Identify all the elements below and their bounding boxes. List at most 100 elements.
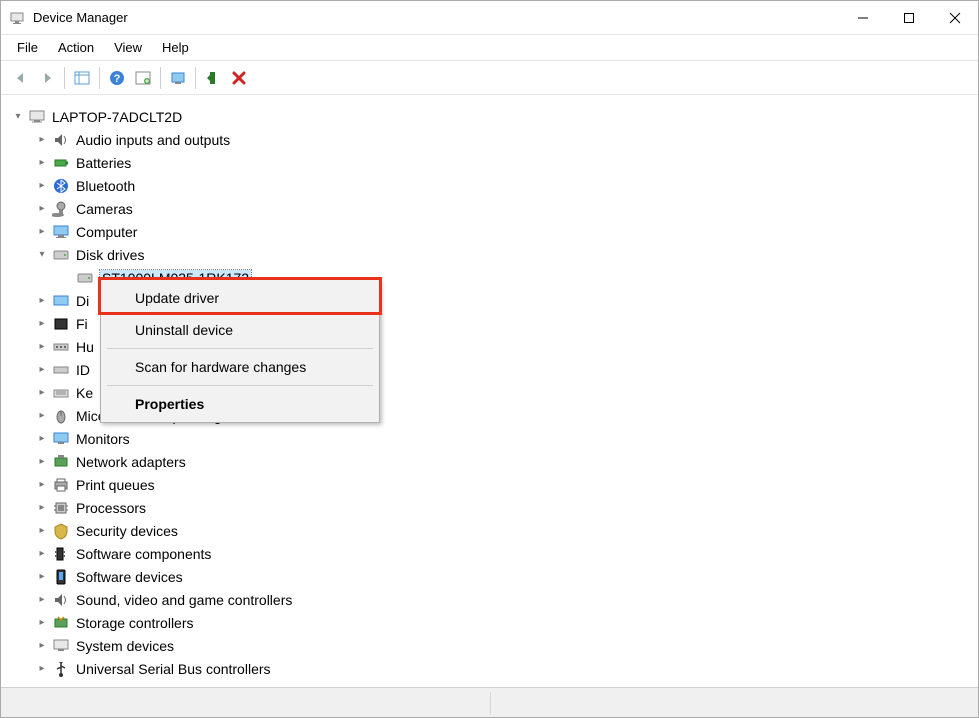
ide-icon	[52, 361, 70, 379]
toolbar: ?	[1, 61, 978, 95]
security-icon	[52, 522, 70, 540]
expand-icon[interactable]: ▸	[34, 454, 50, 470]
status-bar	[1, 687, 978, 717]
printer-icon	[52, 476, 70, 494]
expand-icon[interactable]: ▸	[34, 500, 50, 516]
cpu-icon	[52, 499, 70, 517]
software-component-icon	[52, 545, 70, 563]
disk-icon	[76, 269, 94, 287]
menu-action[interactable]: Action	[50, 38, 102, 57]
expand-icon[interactable]: ▸	[34, 615, 50, 631]
titlebar: Device Manager	[1, 1, 978, 35]
expand-icon[interactable]: ▸	[34, 293, 50, 309]
tree-item-processors[interactable]: ▸ Processors	[6, 496, 973, 519]
expand-icon[interactable]: ▸	[34, 408, 50, 424]
display-icon	[52, 292, 70, 310]
expand-icon[interactable]: ▸	[34, 224, 50, 240]
tree-item-audio[interactable]: ▸ Audio inputs and outputs	[6, 128, 973, 151]
toolbar-separator	[195, 67, 196, 89]
software-device-icon	[52, 568, 70, 586]
camera-icon	[52, 200, 70, 218]
menu-file[interactable]: File	[9, 38, 46, 57]
disk-icon	[52, 246, 70, 264]
ctx-update-driver[interactable]: Update driver	[103, 282, 377, 314]
computer-icon	[52, 223, 70, 241]
tree-item-storage-controllers[interactable]: ▸ Storage controllers	[6, 611, 973, 634]
expand-icon[interactable]: ▸	[34, 178, 50, 194]
expand-icon[interactable]: ▸	[34, 546, 50, 562]
expand-icon[interactable]: ▸	[34, 592, 50, 608]
tree-item-network[interactable]: ▸ Network adapters	[6, 450, 973, 473]
firmware-icon	[52, 315, 70, 333]
expand-icon[interactable]: ▸	[34, 477, 50, 493]
tree-item-batteries[interactable]: ▸ Batteries	[6, 151, 973, 174]
toolbar-enable-device-button[interactable]	[201, 66, 225, 90]
bluetooth-icon	[52, 177, 70, 195]
computer-icon	[28, 108, 46, 126]
ctx-scan-hardware[interactable]: Scan for hardware changes	[103, 351, 377, 383]
expand-icon[interactable]: ▸	[34, 431, 50, 447]
maximize-button[interactable]	[886, 1, 932, 34]
tree-item-usb[interactable]: ▸ Universal Serial Bus controllers	[6, 657, 973, 680]
toolbar-forward-button[interactable]	[35, 66, 59, 90]
ctx-separator	[107, 348, 373, 349]
window-title: Device Manager	[33, 10, 840, 25]
toolbar-help-button[interactable]: ?	[105, 66, 129, 90]
tree-root[interactable]: ▾ LAPTOP-7ADCLT2D	[6, 105, 973, 128]
expand-icon[interactable]: ▸	[34, 569, 50, 585]
tree-item-bluetooth[interactable]: ▸ Bluetooth	[6, 174, 973, 197]
menu-view[interactable]: View	[106, 38, 150, 57]
mouse-icon	[52, 407, 70, 425]
usb-icon	[52, 660, 70, 678]
tree-root-label[interactable]: LAPTOP-7ADCLT2D	[52, 109, 182, 125]
tree-item-software-devices[interactable]: ▸ Software devices	[6, 565, 973, 588]
spacer	[58, 270, 74, 286]
tree-item-print-queues[interactable]: ▸ Print queues	[6, 473, 973, 496]
toolbar-separator	[64, 67, 65, 89]
minimize-button[interactable]	[840, 1, 886, 34]
network-icon	[52, 453, 70, 471]
tree-item-sound[interactable]: ▸ Sound, video and game controllers	[6, 588, 973, 611]
collapse-icon[interactable]: ▾	[34, 247, 50, 263]
expand-icon[interactable]: ▸	[34, 638, 50, 654]
keyboard-icon	[52, 384, 70, 402]
expand-icon[interactable]: ▸	[34, 362, 50, 378]
tree-item-software-components[interactable]: ▸ Software components	[6, 542, 973, 565]
close-button[interactable]	[932, 1, 978, 34]
tree-item-system-devices[interactable]: ▸ System devices	[6, 634, 973, 657]
expand-icon[interactable]: ▸	[34, 132, 50, 148]
sound-icon	[52, 591, 70, 609]
tree-item-computer[interactable]: ▸ Computer	[6, 220, 973, 243]
monitor-icon	[52, 430, 70, 448]
toolbar-show-hidden-button[interactable]	[70, 66, 94, 90]
ctx-uninstall-device[interactable]: Uninstall device	[103, 314, 377, 346]
expand-icon[interactable]: ▸	[34, 661, 50, 677]
tree-item-cameras[interactable]: ▸ Cameras	[6, 197, 973, 220]
tree-item-security[interactable]: ▸ Security devices	[6, 519, 973, 542]
toolbar-uninstall-button[interactable]	[227, 66, 251, 90]
hid-icon	[52, 338, 70, 356]
context-menu: Update driver Uninstall device Scan for …	[100, 279, 380, 423]
expand-icon[interactable]: ▸	[34, 316, 50, 332]
expand-icon[interactable]: ▸	[34, 339, 50, 355]
tree-item-disk-drives[interactable]: ▾ Disk drives	[6, 243, 973, 266]
app-icon	[9, 10, 25, 26]
toolbar-separator	[160, 67, 161, 89]
ctx-properties[interactable]: Properties	[103, 388, 377, 420]
svg-text:?: ?	[114, 73, 121, 85]
tree-item-monitors[interactable]: ▸ Monitors	[6, 427, 973, 450]
toolbar-back-button[interactable]	[9, 66, 33, 90]
ctx-separator	[107, 385, 373, 386]
toolbar-update-driver-button[interactable]	[166, 66, 190, 90]
menu-help[interactable]: Help	[154, 38, 197, 57]
audio-icon	[52, 131, 70, 149]
expand-icon[interactable]: ▸	[34, 201, 50, 217]
menubar: File Action View Help	[1, 35, 978, 61]
collapse-icon[interactable]: ▾	[10, 109, 26, 125]
battery-icon	[52, 154, 70, 172]
expand-icon[interactable]: ▸	[34, 385, 50, 401]
expand-icon[interactable]: ▸	[34, 155, 50, 171]
expand-icon[interactable]: ▸	[34, 523, 50, 539]
system-device-icon	[52, 637, 70, 655]
toolbar-scan-button[interactable]	[131, 66, 155, 90]
